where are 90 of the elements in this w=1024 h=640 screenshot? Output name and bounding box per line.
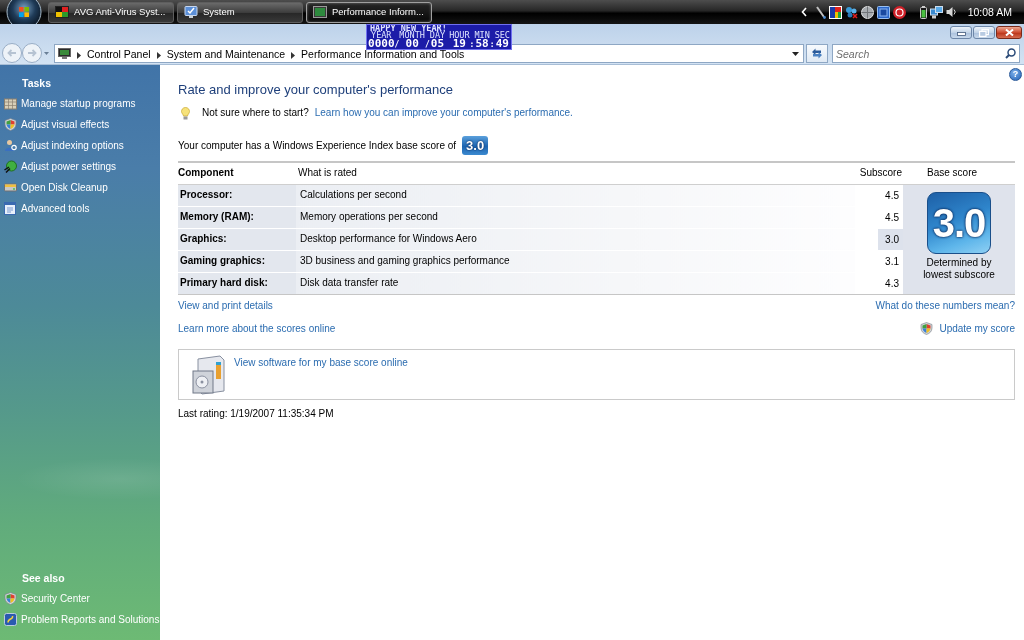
subscore-value: 3.0 — [878, 228, 903, 250]
column-header: Component — [178, 167, 234, 179]
breadcrumb-link[interactable]: System and Maintenance — [166, 49, 286, 60]
shield-icon — [4, 592, 17, 605]
restore-icon — [979, 28, 989, 37]
lightbulb-icon — [181, 106, 190, 120]
subscore-value: 4.3 — [884, 276, 900, 291]
base-score-note: Determined by lowest subscore — [922, 256, 996, 281]
window-icon[interactable] — [876, 5, 890, 19]
blocks-icon[interactable] — [828, 5, 842, 19]
search-field[interactable]: Search — [832, 44, 1020, 63]
subscore-value: 4.5 — [884, 188, 900, 203]
shield-icon — [4, 118, 17, 131]
info-link[interactable]: Learn more about the scores online — [178, 321, 336, 336]
triangle-icon[interactable] — [156, 51, 161, 59]
widget-label: DAY — [429, 32, 446, 39]
sidebar-link[interactable]: Adjust visual effects — [0, 114, 110, 135]
base-score-badge: 3.0 — [927, 191, 991, 254]
tile-icon — [4, 613, 17, 626]
subscore-value: 4.5 — [884, 210, 900, 225]
sidebar-link[interactable]: Adjust indexing options — [0, 135, 124, 156]
breadcrumb-link[interactable]: Performance Information and Tools — [301, 49, 465, 60]
blocks-icon — [55, 6, 69, 18]
drive-icon — [4, 181, 17, 194]
page-title: Rate and improve your computer's performance — [178, 81, 453, 99]
info-link[interactable]: View and print details — [178, 298, 273, 313]
section-heading: See also — [21, 571, 65, 585]
caret-icon[interactable] — [792, 51, 799, 56]
score-badge: 3.0 — [462, 136, 489, 155]
restore-button[interactable] — [973, 26, 995, 39]
update-link[interactable]: Update my score — [920, 321, 1015, 336]
section-heading: Tasks — [21, 76, 51, 90]
widget-greeting: HAPPY NEW YEAR! — [370, 25, 447, 32]
column-header: Base score — [927, 167, 978, 179]
shield-icon — [920, 322, 934, 335]
minimize-button[interactable] — [950, 26, 972, 39]
widget-label: MONTH — [399, 32, 425, 39]
sidebar-link[interactable]: Advanced tools — [0, 198, 90, 219]
help-link[interactable]: Learn how you can improve your computer's performance. — [314, 106, 573, 120]
subscore-value: 3.1 — [884, 254, 900, 269]
taskbar-button[interactable]: System — [177, 1, 303, 23]
clock-text[interactable]: 10:08 AM — [967, 5, 1012, 19]
sidebar-link[interactable]: Manage startup programs — [0, 93, 136, 114]
component-cell: Gaming graphics: — [178, 250, 296, 272]
search-icon[interactable] — [1005, 48, 1016, 59]
taskbar-button[interactable]: AVG Anti-Virus Syst... — [48, 1, 174, 23]
refresh-icon — [811, 48, 823, 59]
globe-icon[interactable] — [860, 5, 874, 19]
window-icon — [313, 6, 327, 18]
window-icon — [4, 202, 17, 215]
triangle-icon[interactable] — [291, 51, 296, 59]
minimize-icon — [956, 29, 966, 36]
widget-label: MIN — [474, 32, 490, 39]
monitor-icon — [58, 48, 71, 59]
score-sentence: Your computer has a Windows Experience Index base score of — [178, 138, 457, 153]
person-icon — [4, 139, 17, 152]
battery-icon[interactable] — [919, 5, 927, 19]
widget-label: YEAR — [371, 32, 392, 39]
sidebar-link[interactable]: Adjust power settings — [0, 156, 117, 177]
grid-icon — [4, 97, 17, 110]
breadcrumb-link[interactable]: Control Panel — [87, 49, 151, 60]
sidebar-link[interactable]: Open Disk Cleanup — [0, 177, 108, 198]
taskbar-button[interactable]: Performance Inform... — [306, 1, 432, 23]
speaker-icon[interactable] — [945, 6, 957, 18]
component-cell: Memory (RAM): — [178, 206, 296, 228]
wand-icon[interactable] — [815, 5, 826, 19]
network-error-icon[interactable] — [844, 5, 858, 19]
column-header: What is rated — [298, 167, 357, 179]
software-box-icon — [190, 354, 228, 395]
tip-text: Not sure where to start? — [202, 106, 309, 120]
close-icon — [1004, 29, 1014, 36]
chevron-icon[interactable] — [800, 7, 807, 17]
column-header: Subscore — [859, 167, 902, 179]
triangle-icon[interactable] — [77, 51, 81, 59]
plug-icon — [4, 160, 17, 173]
rated-cell: Disk data transfer rate — [296, 272, 855, 294]
component-cell: Graphics: — [178, 228, 296, 250]
monitor-icon — [184, 6, 198, 18]
close-button[interactable] — [996, 26, 1022, 39]
component-cell: Primary hard disk: — [178, 272, 296, 294]
info-link[interactable]: What do these numbers mean? — [875, 298, 1015, 313]
software-link[interactable]: View software for my base score online — [234, 355, 408, 370]
ring-icon[interactable] — [892, 5, 906, 19]
widget-label: HOUR — [449, 32, 470, 39]
component-cell: Processor: — [178, 184, 296, 206]
rated-cell: Calculations per second — [296, 184, 855, 206]
network-icon[interactable] — [929, 5, 943, 19]
widget-label: SEC — [494, 32, 510, 39]
refresh-button[interactable] — [806, 44, 828, 63]
last-rating-text: Last rating: 1/19/2007 11:35:34 PM — [178, 406, 334, 421]
